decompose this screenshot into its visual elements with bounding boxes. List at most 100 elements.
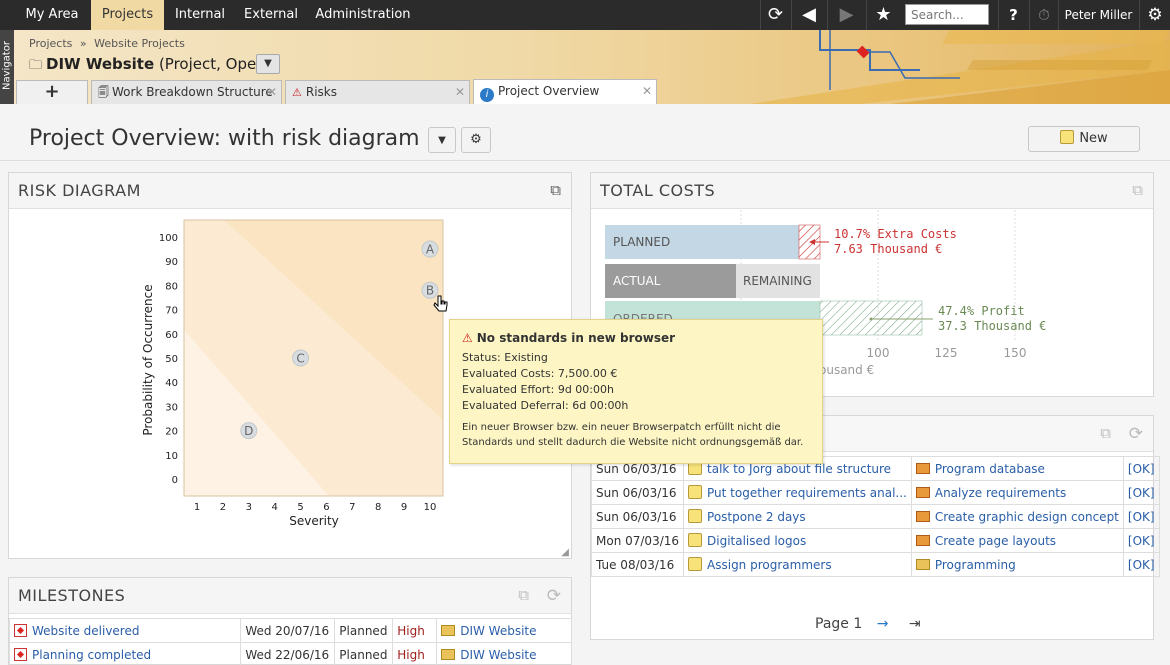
- task-link[interactable]: talk to Jorg about file structure: [707, 462, 891, 476]
- activity-link[interactable]: Program database: [935, 462, 1045, 476]
- nav-tab-projects[interactable]: Projects: [91, 0, 164, 30]
- page-options-dropdown[interactable]: ▼: [428, 127, 456, 153]
- task-status-link[interactable]: [OK]: [1122, 456, 1160, 481]
- task-status-link[interactable]: [OK]: [1122, 528, 1160, 553]
- next-page-icon[interactable]: →: [877, 616, 889, 632]
- folder-icon: [441, 648, 456, 660]
- task-link[interactable]: Postpone 2 days: [707, 510, 806, 524]
- activity-link[interactable]: Create graphic design concept: [935, 510, 1119, 524]
- activity-cell[interactable]: Create graphic design concept: [910, 504, 1124, 529]
- plus-icon: +: [44, 81, 60, 102]
- task-cell[interactable]: Postpone 2 days: [683, 504, 912, 529]
- task-cell[interactable]: Put together requirements anal...: [683, 480, 912, 505]
- activity-link[interactable]: Analyze requirements: [935, 486, 1066, 500]
- resize-handle-icon[interactable]: ◢: [561, 547, 569, 558]
- tasks-table: Sun 06/03/16 talk to Jorg about file stru…: [590, 456, 1160, 577]
- nav-tab-internal[interactable]: Internal: [166, 0, 234, 30]
- activity-cell[interactable]: Program database: [910, 456, 1124, 481]
- table-row[interactable]: Mon 07/03/16 Digitalised logos Create page…: [590, 528, 1160, 553]
- project-link[interactable]: DIW Website: [460, 624, 536, 638]
- close-icon[interactable]: ✕: [455, 81, 465, 104]
- project-meta: (Project, Open): [158, 55, 272, 73]
- help-button[interactable]: ?: [998, 0, 1028, 30]
- close-icon[interactable]: ✕: [642, 80, 652, 103]
- task-cell[interactable]: Assign programmers: [683, 552, 912, 577]
- task-link[interactable]: Put together requirements anal...: [707, 486, 907, 500]
- task-icon: [688, 533, 703, 547]
- favorites-star-icon[interactable]: ★: [866, 0, 900, 30]
- open-external-icon[interactable]: ⧉: [518, 586, 529, 604]
- nav-tab-administration[interactable]: Administration: [310, 0, 416, 30]
- task-status-link[interactable]: [OK]: [1122, 480, 1160, 505]
- search-input[interactable]: [905, 4, 989, 25]
- activity-link[interactable]: Create page layouts: [935, 534, 1056, 548]
- breadcrumb-website-projects[interactable]: Website Projects: [94, 37, 185, 50]
- settings-gear-icon[interactable]: ⚙: [1139, 0, 1170, 30]
- risk-point-a[interactable]: A: [421, 240, 439, 258]
- refresh-icon[interactable]: ⟳: [547, 586, 561, 606]
- refresh-icon[interactable]: ⟳: [1129, 424, 1143, 444]
- axis-unit: ousand €: [819, 363, 874, 377]
- refresh-icon[interactable]: ⟳: [760, 0, 790, 30]
- project-dropdown-button[interactable]: ▼: [256, 54, 280, 74]
- task-status-link[interactable]: [OK]: [1122, 552, 1160, 577]
- y-tick-label: 20: [165, 427, 178, 438]
- risk-point-b[interactable]: B: [421, 281, 439, 299]
- milestone-project-cell[interactable]: DIW Website: [436, 642, 572, 665]
- risk-point-label: B: [426, 284, 434, 298]
- milestone-link[interactable]: Planning completed: [32, 648, 151, 662]
- navigator-label: Navigator: [1, 41, 13, 90]
- new-task-icon: [1060, 130, 1075, 144]
- tab-label: Project Overview: [498, 84, 600, 98]
- tab-project-overview[interactable]: i Project Overview ✕: [473, 79, 657, 104]
- task-link[interactable]: Assign programmers: [707, 558, 832, 572]
- milestone-cell[interactable]: Website delivered: [8, 618, 242, 643]
- open-external-icon[interactable]: ⧉: [1132, 181, 1143, 199]
- task-cell[interactable]: Digitalised logos: [683, 528, 912, 553]
- new-button[interactable]: New: [1028, 126, 1140, 152]
- activity-cell[interactable]: Create page layouts: [910, 528, 1124, 553]
- risk-point-c[interactable]: C: [292, 349, 310, 367]
- table-row[interactable]: Planning completed Wed 22/06/16 Planned Hig…: [8, 642, 572, 665]
- close-icon[interactable]: ✕: [267, 81, 277, 104]
- tab-work-breakdown-structure[interactable]: 🗐 Work Breakdown Structure ✕: [91, 80, 282, 104]
- tab-risks[interactable]: ⚠ Risks ✕: [285, 80, 470, 104]
- axis-tick: 150: [1004, 346, 1027, 360]
- milestone-project-cell[interactable]: DIW Website: [436, 618, 572, 643]
- profit-percent: 47.4% Profit: [938, 304, 1025, 318]
- open-external-icon[interactable]: ⧉: [550, 181, 561, 199]
- risk-warning-icon: ⚠: [292, 86, 302, 99]
- table-row[interactable]: Tue 08/03/16 Assign programmers Programmin…: [590, 552, 1160, 577]
- risk-point-d[interactable]: D: [240, 422, 258, 440]
- activity-cell[interactable]: Analyze requirements: [910, 480, 1124, 505]
- forward-icon[interactable]: ▶: [827, 0, 865, 30]
- folder-icon: [915, 462, 930, 474]
- project-link[interactable]: DIW Website: [460, 648, 536, 662]
- activity-cell[interactable]: Programming: [910, 552, 1124, 577]
- nav-tab-my-area[interactable]: My Area: [18, 0, 86, 30]
- open-external-icon[interactable]: ⧉: [1100, 424, 1111, 442]
- last-page-icon[interactable]: ⇥: [909, 616, 921, 632]
- project-name: DIW Website: [46, 55, 155, 73]
- profit-amount: 37.3 Thousand €: [938, 319, 1046, 333]
- user-menu[interactable]: Peter Miller: [1058, 0, 1138, 30]
- x-tick-label: 10: [424, 502, 437, 513]
- table-row[interactable]: Sun 06/03/16 Put together requirements an…: [590, 480, 1160, 505]
- add-tab-button[interactable]: +: [16, 80, 88, 104]
- task-status-link[interactable]: [OK]: [1122, 504, 1160, 529]
- activity-link[interactable]: Programming: [935, 558, 1016, 572]
- stopwatch-icon[interactable]: ⏱: [1029, 0, 1058, 30]
- breadcrumb-projects[interactable]: Projects: [29, 37, 72, 50]
- table-row[interactable]: Sun 06/03/16 Postpone 2 days Create graphi…: [590, 504, 1160, 529]
- milestone-priority: High: [392, 618, 438, 643]
- back-icon[interactable]: ◀: [791, 0, 826, 30]
- table-row[interactable]: Website delivered Wed 20/07/16 Planned High…: [8, 618, 572, 643]
- risk-point-label: D: [244, 424, 253, 438]
- new-label: New: [1079, 131, 1108, 146]
- task-link[interactable]: Digitalised logos: [707, 534, 806, 548]
- milestone-link[interactable]: Website delivered: [32, 624, 139, 638]
- page-settings-button[interactable]: ⚙: [461, 127, 491, 153]
- milestone-cell[interactable]: Planning completed: [8, 642, 242, 665]
- navigator-toggle[interactable]: Navigator: [0, 30, 14, 104]
- nav-tab-external[interactable]: External: [238, 0, 304, 30]
